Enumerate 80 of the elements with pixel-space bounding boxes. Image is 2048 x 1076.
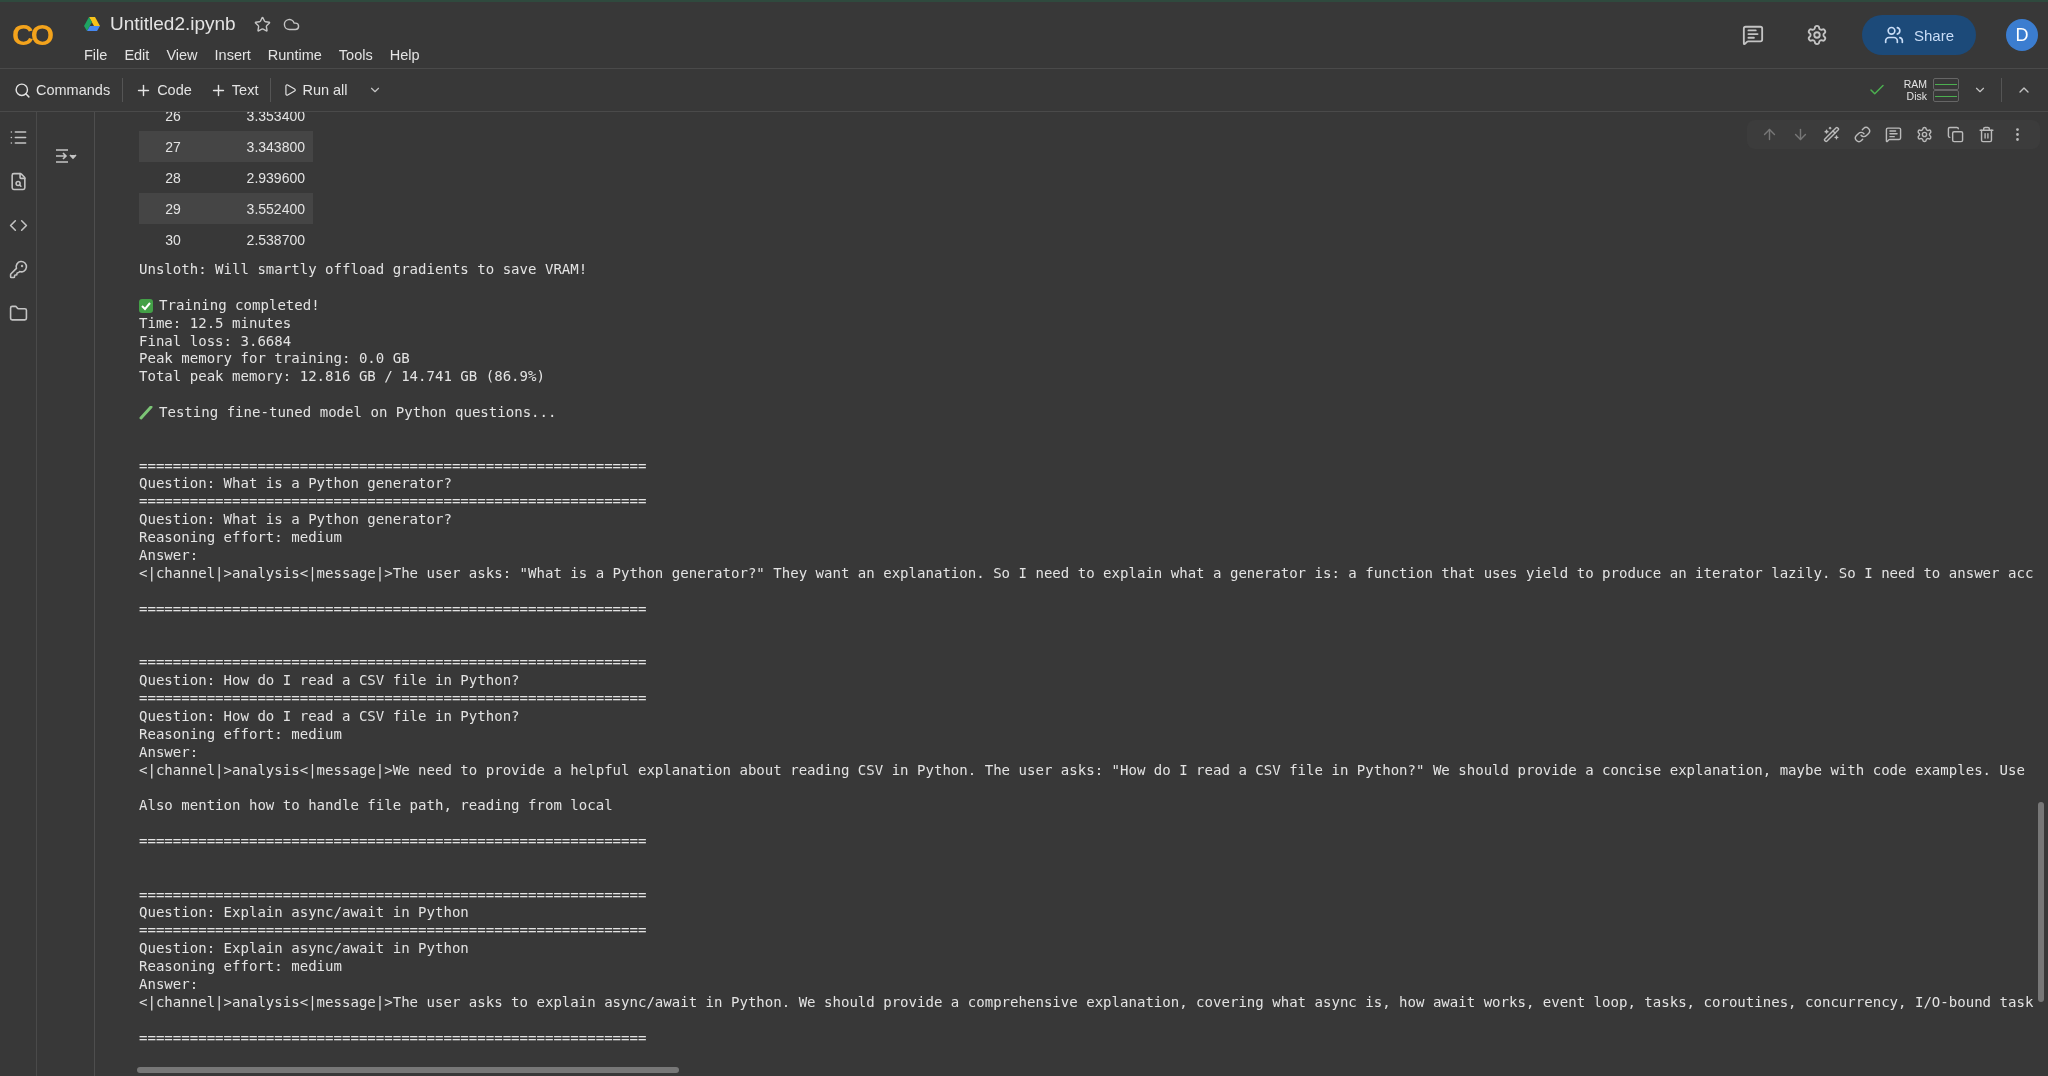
log-line: <|channel|>analysis<|message|>We need to provide a helpful explanation about reading CSV in Python. The user asks: "How do I read a CSV file in Python?" We should provide a concise explanation, maybe with code examples. Use <box>139 761 2025 780</box>
menu-item[interactable]: Runtime <box>267 46 322 63</box>
search-icon <box>14 81 31 99</box>
avatar[interactable]: D <box>2006 19 2038 51</box>
output-toggle-icon[interactable] <box>54 148 77 164</box>
key-icon[interactable] <box>8 260 28 279</box>
log-line: Answer: <box>139 743 199 762</box>
log-line: Question: How do I read a CSV file in Python? <box>139 707 520 726</box>
scrollbar[interactable] <box>137 1067 679 1073</box>
log-line: Question: What is a Python generator? <box>139 511 452 530</box>
table-cell-text: 27 <box>164 138 182 155</box>
table-cell-text: 2.939600 <box>245 169 306 186</box>
add-code-button[interactable]: Code <box>129 77 198 103</box>
separator-line: ============================================================ <box>139 654 647 673</box>
scrollbar[interactable] <box>2038 802 2044 1002</box>
menu-item[interactable]: Edit <box>124 46 150 63</box>
menu-item[interactable]: View <box>166 46 198 63</box>
settings-icon[interactable] <box>1916 126 1933 143</box>
log-line: Training completed! <box>159 296 320 315</box>
log-line: <|channel|>analysis<|message|>The user asks: "What is a Python generator?" They want an explanation. So I need to explain what a generator is: a function that uses yield to produce an iterator lazily. So I need to answer acc <box>139 564 2034 583</box>
separator-line: ============================================================ <box>139 922 647 941</box>
log-line: Reasoning effort: medium <box>139 529 342 548</box>
move-up-icon[interactable] <box>1761 126 1778 143</box>
share-button[interactable]: Share <box>1861 15 1976 55</box>
log-line: Answer: <box>139 976 199 994</box>
separator-line: ============================================================ <box>139 886 647 905</box>
separator-line: ============================================================ <box>139 457 647 476</box>
link-icon[interactable] <box>1854 126 1871 143</box>
table-cell-text: 28 <box>164 169 182 186</box>
move-down-icon[interactable] <box>1792 126 1809 143</box>
drive-icon <box>84 17 100 31</box>
log-line: Answer: <box>139 547 199 565</box>
log-line: Peak memory for training: 0.0 GB <box>139 350 410 369</box>
log-line: Total peak memory: 12.816 GB / 14.741 GB (86.9%) <box>139 368 545 387</box>
separator-line: ============================================================ <box>139 690 647 708</box>
menu-item[interactable]: File <box>84 46 108 63</box>
log-line: Question: Explain async/await in Python <box>139 940 469 959</box>
find-icon[interactable] <box>8 172 28 191</box>
notebook-title[interactable]: Untitled2.ipynb <box>110 13 236 35</box>
separator-line: ============================================================ <box>139 1029 647 1048</box>
resource-label: Disk <box>1906 90 1927 102</box>
comment-icon[interactable] <box>1885 126 1902 143</box>
separator-line: ============================================================ <box>139 600 647 619</box>
log-line: Also mention how to handle file path, reading from local <box>139 797 613 816</box>
log-line: Final loss: 3.6684 <box>139 332 292 351</box>
tube-icon <box>139 406 153 420</box>
resource-label: RAM <box>1903 78 1927 90</box>
resource-meter <box>1933 90 1959 102</box>
delete-icon[interactable] <box>1978 126 1995 143</box>
table-cell-text: 3.552400 <box>245 200 306 217</box>
copy-icon[interactable] <box>1947 126 1964 143</box>
table-cell-text: 2.538700 <box>245 231 306 248</box>
commands-button[interactable]: Commands <box>8 77 117 103</box>
check-icon <box>139 298 153 313</box>
log-line: Question: What is a Python generator? <box>139 475 452 494</box>
log-line: Reasoning effort: medium <box>139 725 342 744</box>
logo[interactable]: CO <box>12 18 62 52</box>
menu-item[interactable]: Tools <box>338 46 373 63</box>
resource-meter <box>1933 78 1959 90</box>
log-line: <|channel|>analysis<|message|>The user asks to explain async/await in Python. We should provide a comprehensive explanation, covering what async is, how await works, event loop, tasks, coroutines, concurrency, I/O-bound task <box>139 993 2034 1012</box>
log-line: Question: How do I read a CSV file in Python? <box>139 672 520 690</box>
menu-item[interactable]: Help <box>389 46 420 63</box>
separator-line: ============================================================ <box>139 493 647 512</box>
add-text-button[interactable]: Text <box>203 77 265 103</box>
table-cell-text: 30 <box>164 231 182 248</box>
run-all-button[interactable]: Run all <box>277 78 354 102</box>
log-line: Question: Explain async/await in Python <box>139 904 469 923</box>
log-line: Unsloth: Will smartly offload gradients to save VRAM! <box>139 261 588 279</box>
people-icon <box>1883 25 1904 45</box>
folder-icon[interactable] <box>8 304 28 323</box>
toc-icon[interactable] <box>8 128 28 147</box>
log-line: Reasoning effort: medium <box>139 958 342 977</box>
log-line: Testing fine-tuned model on Python questions... <box>159 404 557 422</box>
table-cell-text: 29 <box>164 200 182 217</box>
separator-line: ============================================================ <box>139 833 647 851</box>
table-cell-text: 3.343800 <box>245 138 306 155</box>
wand-icon[interactable] <box>1823 126 1840 143</box>
menu-item[interactable]: Insert <box>214 46 251 63</box>
log-line: Time: 12.5 minutes <box>139 314 292 333</box>
play-icon <box>283 83 298 97</box>
